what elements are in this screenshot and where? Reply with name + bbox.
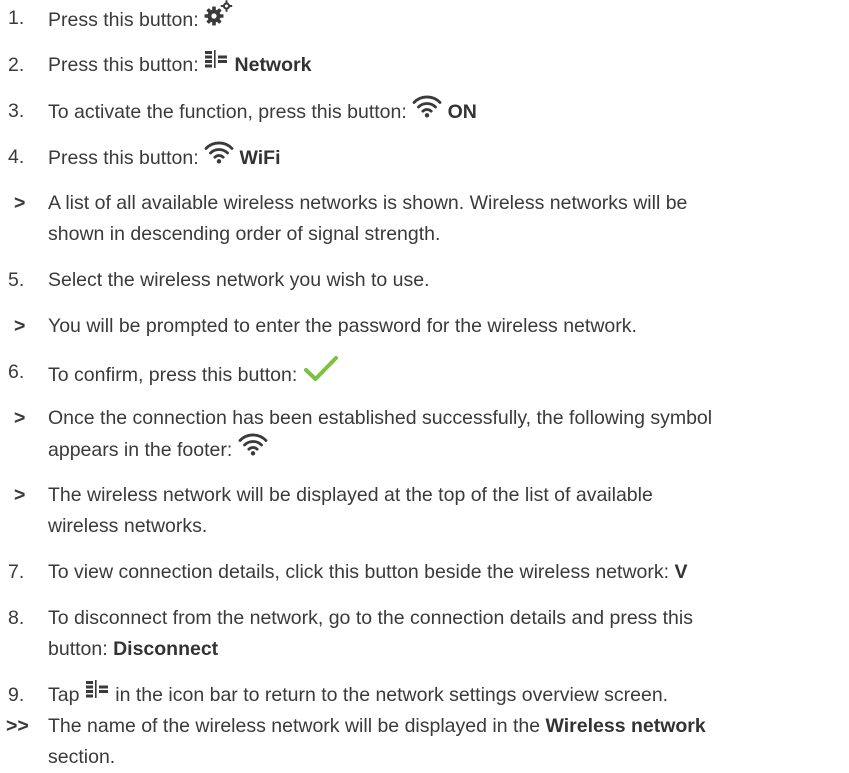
step-number: 5. <box>8 269 25 291</box>
step-number: 7. <box>8 561 25 583</box>
step-text-cont: button: <box>48 638 108 660</box>
result-text-cont: shown in descending order of signal stre… <box>48 223 441 245</box>
step-number: 9. <box>8 684 25 706</box>
network-settings-icon <box>85 678 110 709</box>
step-text: To disconnect from the network, go to th… <box>48 607 693 629</box>
result-text-cont: appears in the footer: <box>48 439 233 462</box>
network-label: Network <box>234 54 312 76</box>
wireless-network-label: Wireless network <box>545 715 706 737</box>
step-text: To confirm, press this button: <box>48 364 298 387</box>
on-label: ON <box>447 101 477 124</box>
checkmark-icon <box>303 355 339 393</box>
instruction-list: 1. Press this button: 2. Press this butt… <box>0 0 849 768</box>
result-marker: > <box>14 484 26 506</box>
result-text: The name of the wireless network will be… <box>48 715 541 737</box>
result-text-cont: wireless networks. <box>48 515 208 537</box>
step-text: To view connection details, click this b… <box>48 561 670 583</box>
disconnect-label: Disconnect <box>113 638 219 660</box>
wifi-icon <box>238 432 268 466</box>
step-text: Press this button: <box>48 9 199 32</box>
result-marker: > <box>14 407 26 429</box>
step-number: 4. <box>8 146 25 168</box>
step-number: 2. <box>8 54 25 76</box>
step-number: 8. <box>8 607 25 629</box>
gear-icon <box>204 0 234 36</box>
result-marker: > <box>14 192 26 214</box>
network-settings-icon <box>204 48 229 79</box>
step-text: Select the wireless network you wish to … <box>48 269 430 291</box>
step-text: To activate the function, press this but… <box>48 101 407 124</box>
result-marker: > <box>14 315 26 337</box>
step-number: 1. <box>8 7 25 29</box>
result-text: A list of all available wireless network… <box>48 192 688 214</box>
step-text: Press this button: <box>48 54 199 76</box>
result-text: Once the connection has been established… <box>48 407 713 429</box>
final-result-marker: >> <box>6 715 29 737</box>
step-text: Press this button: <box>48 147 199 170</box>
wifi-label: WiFi <box>239 147 281 170</box>
v-label: V <box>674 561 688 583</box>
wifi-icon <box>204 140 234 174</box>
step-number: 6. <box>8 361 25 383</box>
step-number: 3. <box>8 100 25 122</box>
step-text: Tap <box>48 684 80 706</box>
result-text: You will be prompted to enter the passwo… <box>48 315 637 337</box>
step-text-cont: in the icon bar to return to the network… <box>115 684 669 706</box>
result-text-cont: section. <box>48 746 116 768</box>
wifi-icon <box>412 94 442 128</box>
result-text: The wireless network will be displayed a… <box>48 484 653 506</box>
